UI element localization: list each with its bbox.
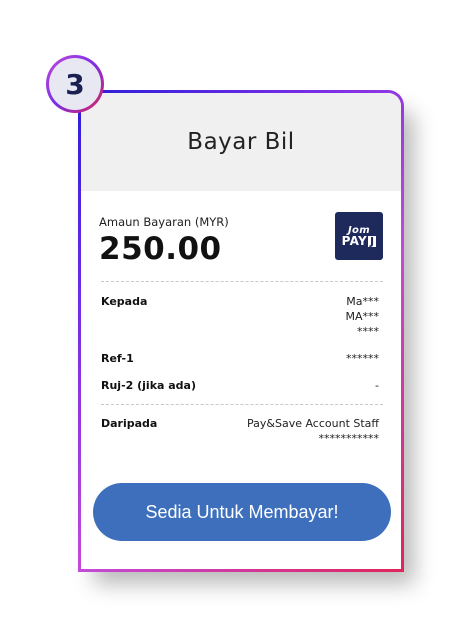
ref2-value: - bbox=[375, 379, 379, 392]
from-value: Pay&Save Account Staff *********** bbox=[247, 416, 379, 446]
payment-card-body: Bayar Bil Amaun Bayaran (MYR) 250.00 Jom… bbox=[81, 93, 401, 569]
ref2-label: Ruj-2 (jika ada) bbox=[101, 379, 197, 392]
ready-to-pay-button[interactable]: Sedia Untuk Membayar! bbox=[93, 483, 391, 541]
from-value-line: Pay&Save Account Staff bbox=[247, 417, 379, 430]
jompay-logo-line2: PAY J bbox=[341, 234, 377, 248]
ref1-label: Ref-1 bbox=[101, 352, 134, 365]
step-number: 3 bbox=[49, 58, 101, 110]
from-value-line: *********** bbox=[318, 432, 380, 445]
to-value-line: **** bbox=[357, 325, 379, 338]
page-title: Bayar Bil bbox=[187, 129, 295, 155]
from-label: Daripada bbox=[101, 417, 158, 430]
divider bbox=[101, 404, 383, 405]
to-label: Kepada bbox=[101, 295, 148, 308]
amount-value: 250.00 bbox=[99, 231, 222, 267]
jompay-logo-j: J bbox=[368, 235, 377, 248]
to-value-line: Ma*** bbox=[346, 295, 379, 308]
card-header: Bayar Bil bbox=[81, 93, 401, 191]
jompay-logo-pay: PAY bbox=[341, 234, 367, 248]
payment-card: Bayar Bil Amaun Bayaran (MYR) 250.00 Jom… bbox=[78, 90, 404, 572]
amount-label: Amaun Bayaran (MYR) bbox=[99, 215, 229, 229]
jompay-logo: Jom PAY J bbox=[335, 212, 383, 260]
to-value: Ma*** MA*** **** bbox=[345, 294, 379, 339]
to-value-line: MA*** bbox=[345, 310, 379, 323]
ref1-value: ****** bbox=[346, 352, 379, 365]
step-badge: 3 bbox=[46, 55, 104, 113]
divider bbox=[101, 281, 383, 282]
